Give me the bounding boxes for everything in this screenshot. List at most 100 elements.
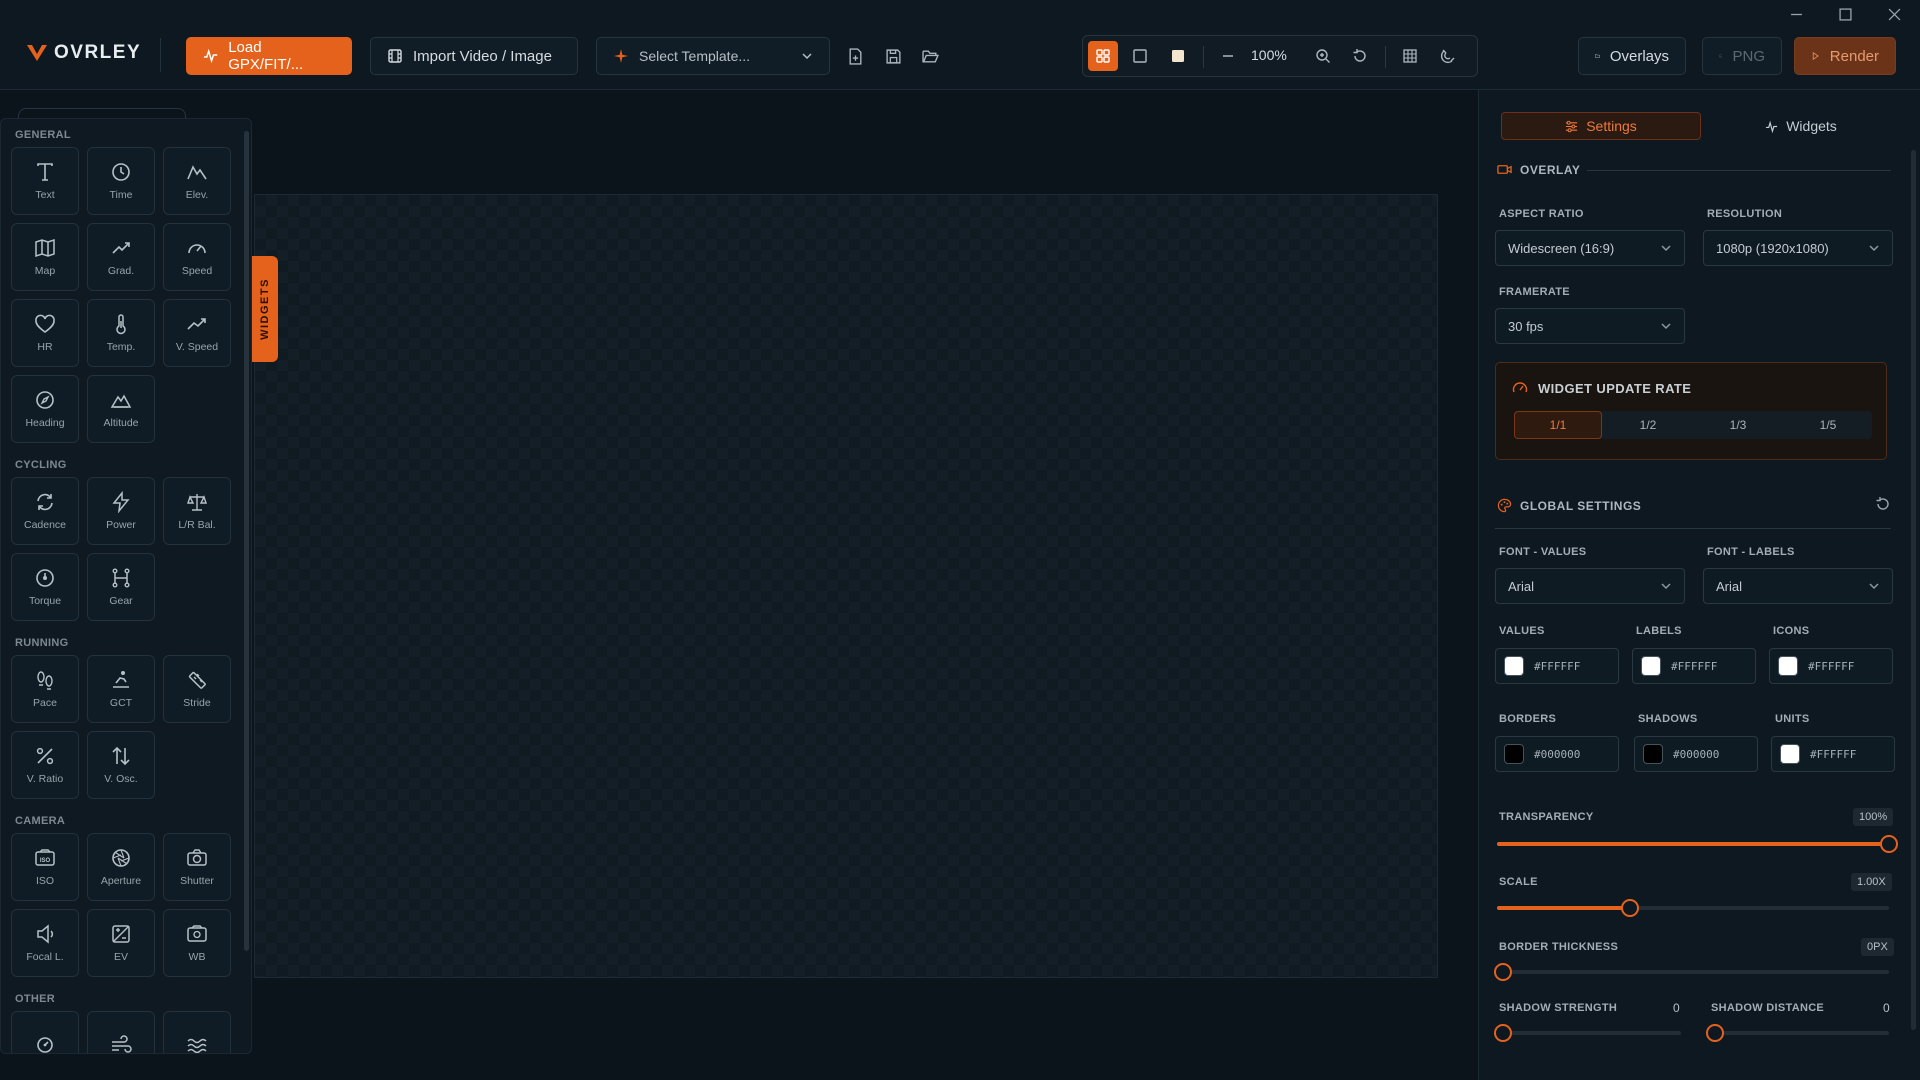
widget-tile-v-ratio[interactable]: V. Ratio [11, 731, 79, 799]
widget-tile-l-r-bal[interactable]: L/R Bal. [163, 477, 231, 545]
labels-color-field[interactable]: #FFFFFF [1632, 648, 1756, 684]
png-export-button[interactable]: PNG [1702, 37, 1782, 75]
icons-color-swatch[interactable] [1778, 656, 1798, 676]
labels-color-hex: #FFFFFF [1671, 659, 1718, 673]
widget-tile-power[interactable]: Power [87, 477, 155, 545]
widget-tile-iso[interactable]: ISO ISO [11, 833, 79, 901]
widget-tile-altitude[interactable]: Altitude [87, 375, 155, 443]
labels-color-swatch[interactable] [1641, 656, 1661, 676]
update-rate-option[interactable]: 1/1 [1514, 411, 1602, 439]
resolution-select[interactable]: 1080p (1920x1080) [1703, 230, 1893, 266]
palette-scrollbar[interactable] [244, 131, 249, 951]
white-balance-icon [187, 925, 207, 942]
transparency-slider-thumb[interactable] [1880, 835, 1898, 853]
widget-tile-focal-l[interactable]: Focal L. [11, 909, 79, 977]
template-select[interactable]: Select Template... [596, 37, 830, 75]
widget-tile-v-speed[interactable]: V. Speed [163, 299, 231, 367]
minimize-button[interactable] [1786, 4, 1806, 24]
borders-color-field[interactable]: #000000 [1495, 736, 1619, 772]
widget-section-title: CYCLING [15, 459, 67, 471]
zoom-in-button[interactable] [1308, 41, 1338, 71]
widget-tile-elev[interactable]: Elev. [163, 147, 231, 215]
widget-tile-time[interactable]: Time [87, 147, 155, 215]
widget-tile-wb[interactable]: WB [163, 909, 231, 977]
settings-scrollbar[interactable] [1911, 150, 1916, 1030]
shadow-distance-slider[interactable] [1706, 1024, 1889, 1042]
framerate-select[interactable]: 30 fps [1495, 308, 1685, 344]
reset-global-settings-button[interactable] [1875, 496, 1893, 514]
shadow-strength-slider-thumb[interactable] [1494, 1024, 1512, 1042]
aspect-ratio-select[interactable]: Widescreen (16:9) [1495, 230, 1685, 266]
widget-tile-waves[interactable] [163, 1011, 231, 1053]
widget-tile-ev[interactable]: EV [87, 909, 155, 977]
widget-tile-wind[interactable] [87, 1011, 155, 1053]
tab-widgets[interactable]: Widgets [1701, 112, 1901, 140]
tab-settings[interactable]: Settings [1501, 112, 1701, 140]
shadow-strength-slider[interactable] [1494, 1024, 1681, 1042]
widget-tile-label: Pace [33, 697, 57, 709]
widget-tile-map[interactable]: Map [11, 223, 79, 291]
grid-toggle-button[interactable] [1395, 41, 1425, 71]
border-thickness-slider-thumb[interactable] [1494, 963, 1512, 981]
overlay-canvas[interactable] [254, 194, 1438, 978]
update-rate-option[interactable]: 1/5 [1784, 411, 1872, 439]
widget-tile-pace[interactable]: Pace [11, 655, 79, 723]
shadows-color-swatch[interactable] [1643, 744, 1663, 764]
new-file-button[interactable] [843, 44, 867, 68]
values-color-label: VALUES [1499, 625, 1545, 637]
scale-slider[interactable] [1497, 899, 1889, 917]
units-color-field[interactable]: #FFFFFF [1771, 736, 1895, 772]
widget-tile-stride[interactable]: Stride [163, 655, 231, 723]
widget-tile-heading[interactable]: Heading [11, 375, 79, 443]
app-logo: OVRLEY [26, 42, 141, 64]
scale-slider-thumb[interactable] [1621, 899, 1640, 917]
values-color-field[interactable]: #FFFFFF [1495, 648, 1619, 684]
widget-tile-grad[interactable]: Grad. [87, 223, 155, 291]
zoom-out-button[interactable] [1213, 41, 1243, 71]
shadow-strength-label: SHADOW STRENGTH [1499, 1002, 1618, 1014]
widget-tile-gear[interactable]: Gear [87, 553, 155, 621]
update-rate-option[interactable]: 1/2 [1604, 411, 1692, 439]
import-video-label: Import Video / Image [413, 47, 552, 65]
widget-tile-shutter[interactable]: Shutter [163, 833, 231, 901]
svg-text:ISO: ISO [40, 858, 51, 864]
values-color-swatch[interactable] [1504, 656, 1524, 676]
percent-icon [36, 747, 54, 765]
import-video-button[interactable]: Import Video / Image [370, 37, 578, 75]
close-window-button[interactable] [1884, 4, 1904, 24]
border-thickness-slider[interactable] [1494, 963, 1889, 981]
font-labels-select[interactable]: Arial [1703, 568, 1893, 604]
widget-tile-cadence[interactable]: Cadence [11, 477, 79, 545]
grid-view-button[interactable] [1088, 41, 1118, 71]
update-rate-option[interactable]: 1/3 [1694, 411, 1782, 439]
shadow-distance-slider-thumb[interactable] [1706, 1024, 1724, 1042]
widget-tile-torque[interactable]: Torque [11, 553, 79, 621]
widget-tile-gct[interactable]: GCT [87, 655, 155, 723]
transparency-slider[interactable] [1497, 835, 1898, 853]
load-gpx-button[interactable]: Load GPX/FIT/... [186, 37, 352, 75]
widget-tile-text[interactable]: Text [11, 147, 79, 215]
widget-tile-temp[interactable]: Temp. [87, 299, 155, 367]
font-values-select[interactable]: Arial [1495, 568, 1685, 604]
units-color-swatch[interactable] [1780, 744, 1800, 764]
snap-toggle-button[interactable] [1433, 41, 1463, 71]
single-view-button[interactable] [1125, 41, 1155, 71]
shadows-color-field[interactable]: #000000 [1634, 736, 1758, 772]
open-folder-button[interactable] [918, 44, 942, 68]
background-color-button[interactable] [1163, 41, 1193, 71]
render-button[interactable]: Render [1794, 37, 1896, 75]
overlays-button[interactable]: Overlays [1578, 37, 1686, 75]
save-button[interactable] [881, 44, 905, 68]
widget-tile-gauge[interactable] [11, 1011, 79, 1053]
scale-slider-fill [1497, 906, 1631, 910]
reset-zoom-button[interactable] [1345, 41, 1375, 71]
widget-tile-v-osc[interactable]: V. Osc. [87, 731, 155, 799]
resolution-label: RESOLUTION [1707, 208, 1783, 220]
icons-color-field[interactable]: #FFFFFF [1769, 648, 1893, 684]
maximize-button[interactable] [1835, 4, 1855, 24]
widget-tile-speed[interactable]: Speed [163, 223, 231, 291]
widgets-panel-toggle[interactable]: WIDGETS [252, 256, 278, 362]
widget-tile-aperture[interactable]: Aperture [87, 833, 155, 901]
widget-tile-hr[interactable]: HR [11, 299, 79, 367]
borders-color-swatch[interactable] [1504, 744, 1524, 764]
